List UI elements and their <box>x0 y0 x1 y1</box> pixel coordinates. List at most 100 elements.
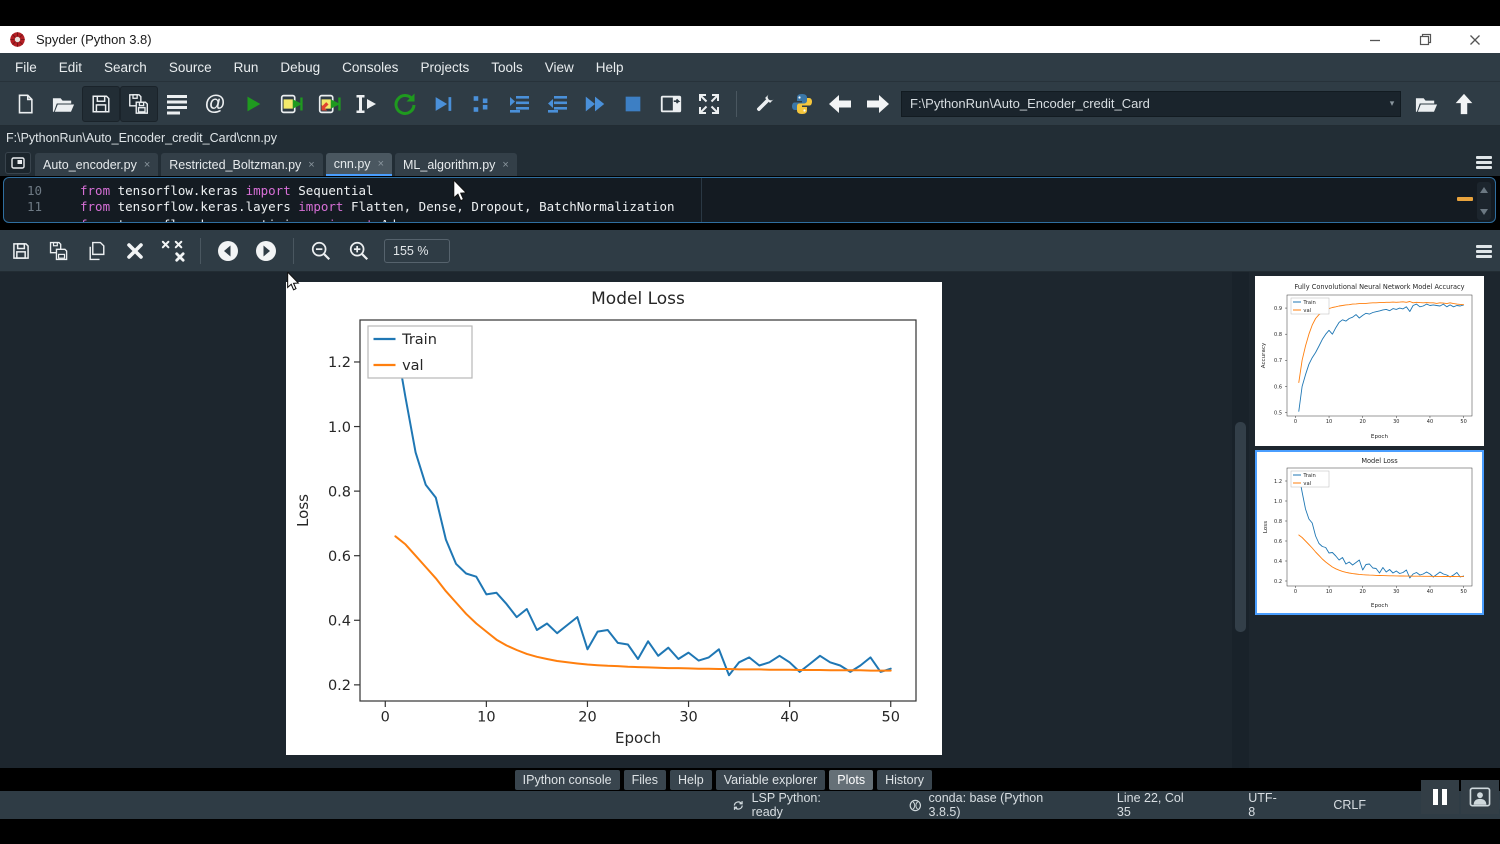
menu-source[interactable]: Source <box>158 53 223 81</box>
run-selection-button[interactable] <box>348 86 386 122</box>
menu-edit[interactable]: Edit <box>48 53 93 81</box>
previous-plot-button[interactable] <box>209 233 247 269</box>
tab-close-icon[interactable]: × <box>502 159 508 171</box>
line-number: 11 <box>4 199 56 215</box>
save-all-plots-icon <box>48 240 70 262</box>
parent-directory-button[interactable] <box>1445 86 1483 122</box>
open-directory-button[interactable] <box>1407 86 1445 122</box>
rerun-icon <box>393 92 417 116</box>
menu-projects[interactable]: Projects <box>409 53 480 81</box>
back-button[interactable] <box>821 86 859 122</box>
thumbnail-loss-plot-selected[interactable]: Model Loss010203040500.20.40.60.81.01.2E… <box>1255 450 1484 615</box>
tab-label: Auto_encoder.py <box>43 158 137 172</box>
continue-button[interactable] <box>576 86 614 122</box>
tab-auto-encoder[interactable]: Auto_encoder.py × <box>35 153 158 176</box>
svg-text:30: 30 <box>1393 589 1399 595</box>
svg-text:0.8: 0.8 <box>328 484 351 500</box>
zoom-out-button[interactable] <box>302 233 340 269</box>
tab-close-icon[interactable]: × <box>144 159 150 171</box>
menu-file[interactable]: File <box>4 53 48 81</box>
stop-button[interactable] <box>614 86 652 122</box>
svg-text:1.2: 1.2 <box>1274 479 1282 485</box>
save-plot-button[interactable] <box>2 233 40 269</box>
portrait-icon <box>1469 787 1491 807</box>
outline-explorer-button[interactable] <box>158 86 196 122</box>
scroll-up-icon[interactable] <box>1480 187 1488 193</box>
scroll-down-icon[interactable] <box>1480 209 1488 215</box>
menu-consoles[interactable]: Consoles <box>331 53 409 81</box>
fullscreen-button[interactable] <box>690 86 728 122</box>
plot-thumbnails-panel: Fully Convolutional Neural Network Model… <box>1249 272 1500 768</box>
python-path-manager-button[interactable] <box>783 86 821 122</box>
new-file-button[interactable] <box>6 86 44 122</box>
stop-icon <box>622 93 644 115</box>
copy-icon <box>86 240 108 262</box>
browse-tabs-button[interactable] <box>5 152 31 174</box>
tab-history[interactable]: History <box>877 770 932 790</box>
conda-env-text: conda: base (Python 3.8.5) <box>929 791 1055 819</box>
save-all-button[interactable] <box>120 86 158 122</box>
run-cell-advance-button[interactable] <box>310 86 348 122</box>
debug-step-button[interactable] <box>462 86 500 122</box>
chevron-down-icon[interactable]: ▾ <box>1384 98 1400 109</box>
maximize-pane-button[interactable] <box>652 86 690 122</box>
run-file-button[interactable] <box>234 86 272 122</box>
tab-cnn[interactable]: cnn.py× <box>326 153 392 176</box>
tab-close-icon[interactable]: × <box>308 159 314 171</box>
tab-files[interactable]: Files <box>624 770 666 790</box>
save-all-plots-button[interactable] <box>40 233 78 269</box>
tab-restricted-boltzman[interactable]: Restricted_Boltzman.py× <box>161 153 322 176</box>
run-cell-button[interactable] <box>272 86 310 122</box>
module-token: tensorflow.keras.layers <box>110 199 298 215</box>
forward-button[interactable] <box>859 86 897 122</box>
find-symbols-button[interactable]: @ <box>196 86 234 122</box>
editor-tab-bar: Auto_encoder.py × Restricted_Boltzman.py×… <box>0 149 1500 176</box>
minimize-button[interactable] <box>1350 26 1400 53</box>
debug-file-button[interactable] <box>424 86 462 122</box>
menu-search[interactable]: Search <box>93 53 158 81</box>
open-file-button[interactable] <box>44 86 82 122</box>
plots-vertical-scrollbar[interactable] <box>1232 272 1249 768</box>
tab-close-icon[interactable]: × <box>378 158 384 170</box>
save-button[interactable] <box>82 86 120 122</box>
conda-status[interactable]: conda: base (Python 3.8.5) <box>909 791 1055 819</box>
zoom-level-input[interactable] <box>385 243 449 259</box>
plots-options-menu-button[interactable] <box>1476 245 1492 258</box>
svg-text:30: 30 <box>679 710 697 726</box>
scrollbar-thumb[interactable] <box>1235 422 1246 632</box>
menu-view[interactable]: View <box>534 53 585 81</box>
editor-scrollbar[interactable] <box>1477 182 1491 220</box>
menu-run[interactable]: Run <box>223 53 270 81</box>
working-directory-input[interactable] <box>902 95 1384 112</box>
maximize-pane-icon <box>659 93 683 115</box>
copy-plot-button[interactable] <box>78 233 116 269</box>
rerun-cell-button[interactable] <box>386 86 424 122</box>
restore-button[interactable] <box>1400 26 1450 53</box>
run-selection-icon <box>355 92 379 116</box>
tab-plots[interactable]: Plots <box>829 770 873 790</box>
remove-plot-button[interactable] <box>116 233 154 269</box>
remove-all-plots-button[interactable] <box>154 233 192 269</box>
editor-options-menu-button[interactable] <box>1476 156 1492 169</box>
menu-debug[interactable]: Debug <box>269 53 331 81</box>
svg-text:0: 0 <box>1294 419 1297 425</box>
tab-variable-explorer[interactable]: Variable explorer <box>716 770 826 790</box>
menu-tools[interactable]: Tools <box>480 53 534 81</box>
tab-help[interactable]: Help <box>670 770 712 790</box>
step-return-button[interactable] <box>538 86 576 122</box>
debug-play-pause-icon <box>432 93 454 115</box>
step-over-button[interactable] <box>500 86 538 122</box>
tab-ipython-console[interactable]: IPython console <box>515 770 620 790</box>
lsp-status: LSP Python: ready <box>732 791 839 819</box>
zoom-in-button[interactable] <box>340 233 378 269</box>
pause-overlay-button[interactable] <box>1421 780 1459 814</box>
code-editor[interactable]: 10from tensorflow.keras import Sequentia… <box>3 177 1496 223</box>
tab-ml-algorithm[interactable]: ML_algorithm.py× <box>395 153 517 176</box>
preferences-button[interactable] <box>745 86 783 122</box>
webcam-overlay-button[interactable] <box>1461 780 1499 814</box>
svg-text:20: 20 <box>1359 589 1365 595</box>
menu-help[interactable]: Help <box>585 53 635 81</box>
next-plot-button[interactable] <box>247 233 285 269</box>
thumbnail-accuracy-plot[interactable]: Fully Convolutional Neural Network Model… <box>1255 276 1484 446</box>
close-button[interactable] <box>1450 26 1500 53</box>
